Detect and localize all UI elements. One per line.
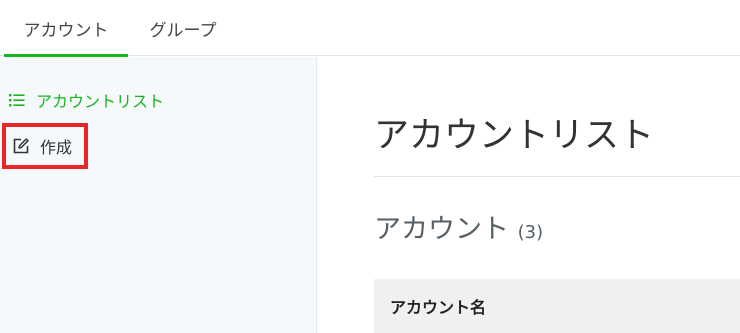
section-title-text: アカウント [374,214,509,245]
list-icon [8,91,26,109]
sidebar-item-label: アカウントリスト [36,92,165,111]
sidebar-item-create[interactable]: 作成 [2,123,88,169]
tab-account-label: アカウント [23,20,109,41]
section-title: アカウント (3) [374,207,543,246]
tab-account[interactable]: アカウント [4,0,128,57]
tab-group[interactable]: グループ [136,0,230,56]
title-divider [374,176,740,177]
table-header: アカウント名 [374,279,740,333]
app-page: アカウント グループ アカウントリスト 作成 アカウントリスト アカウント (3… [0,0,740,333]
column-header-account-name[interactable]: アカウント名 [390,294,486,318]
main-content: アカウントリスト アカウント (3) アカウント名 [318,57,740,333]
tab-group-label: グループ [149,20,217,41]
page-title: アカウントリスト [374,116,655,156]
top-tab-bar: アカウント グループ [0,0,740,57]
section-count: (3) [517,222,544,243]
sidebar: アカウントリスト 作成 [0,57,317,333]
sidebar-item-label: 作成 [40,138,73,157]
edit-icon [12,137,30,155]
sidebar-item-account-list[interactable]: アカウントリスト [8,88,164,112]
